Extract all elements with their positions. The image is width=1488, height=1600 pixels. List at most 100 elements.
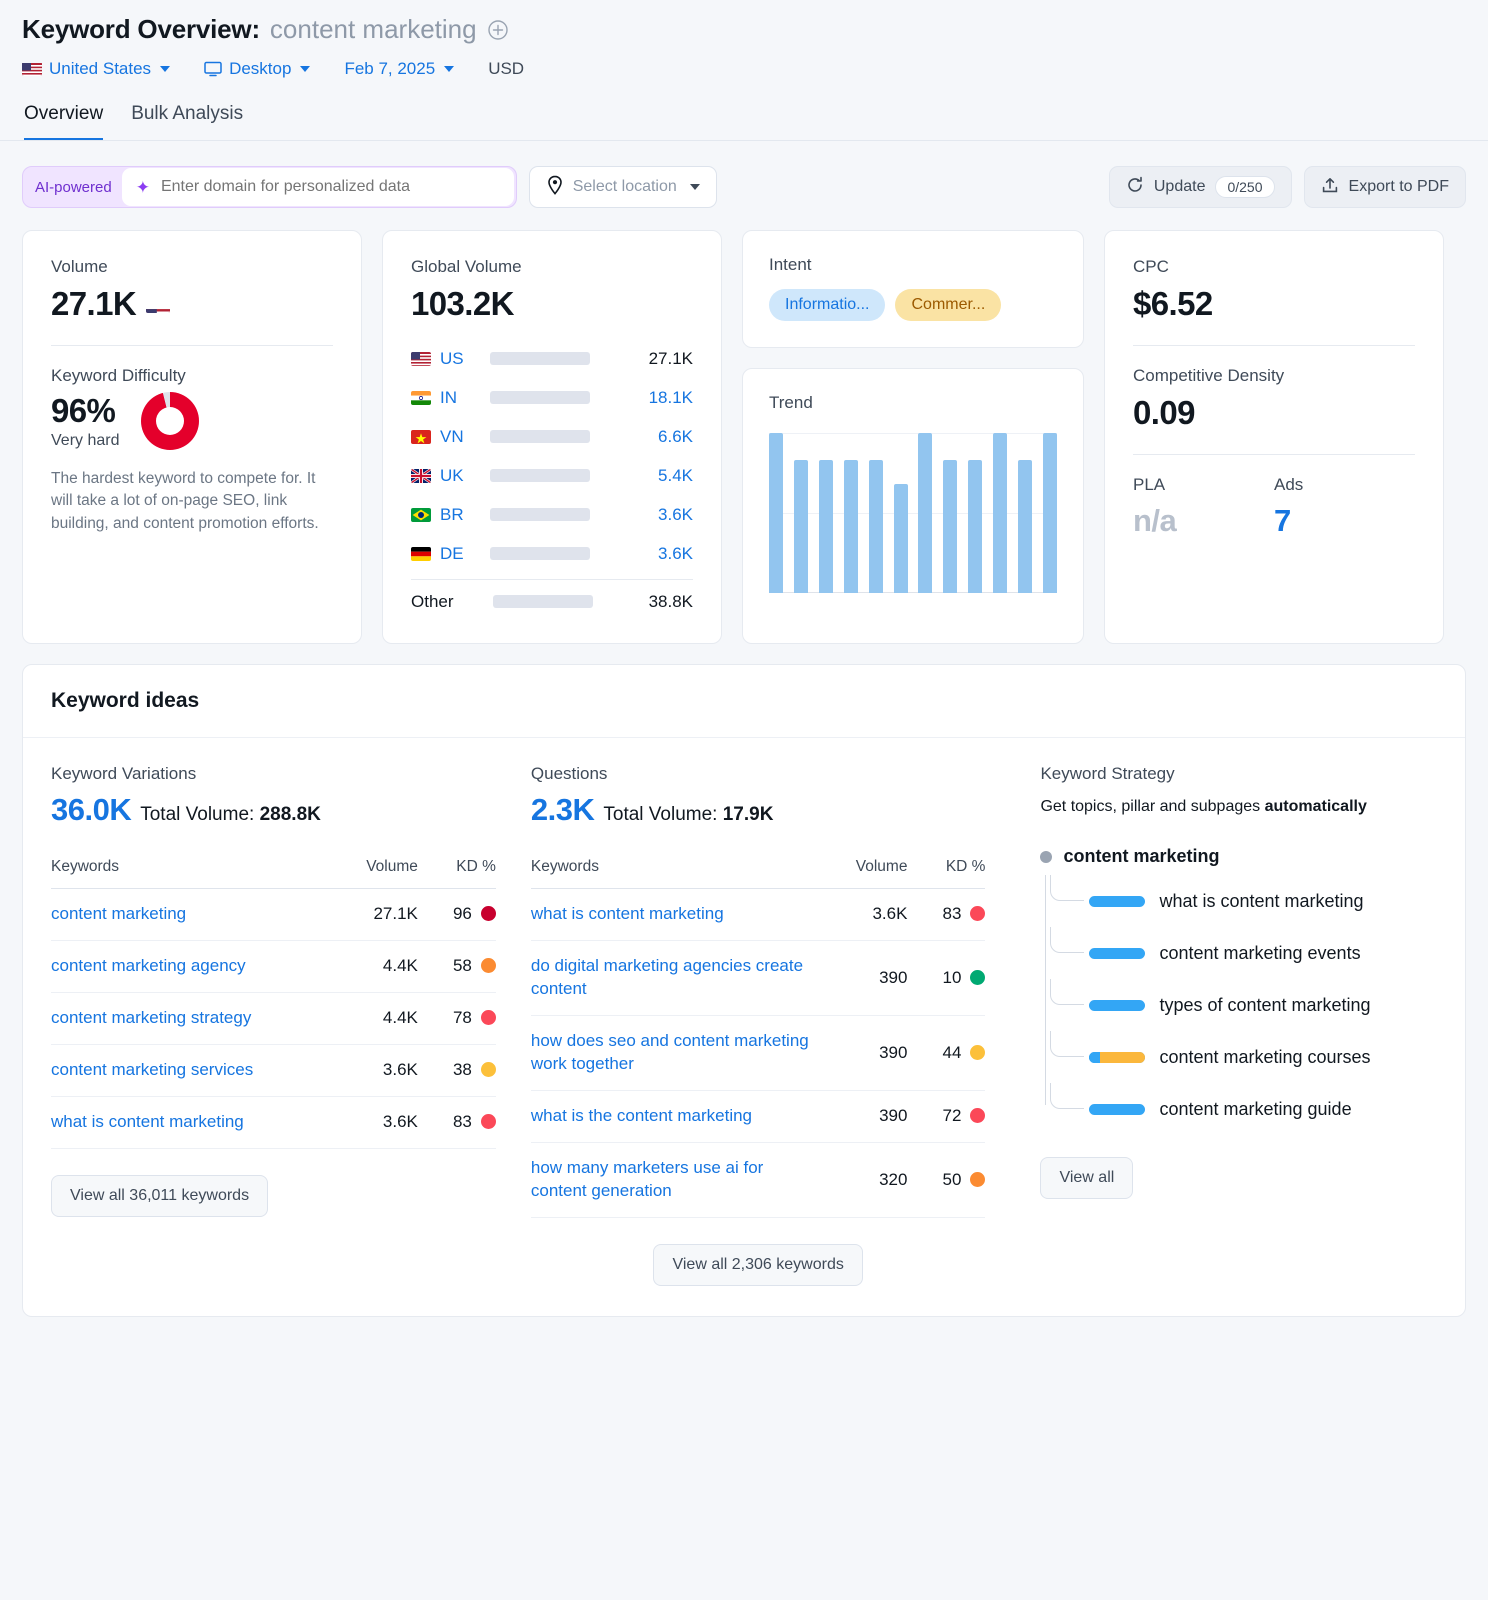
pla-ads-row: PLA n/a Ads 7 xyxy=(1133,475,1415,539)
strategy-tree-node[interactable]: what is content marketing xyxy=(1045,875,1437,927)
toolbar: AI-powered ✦ Select location Update 0/25… xyxy=(0,142,1488,208)
keyword-variations-stats: 36.0K Total Volume: 288.8K xyxy=(51,792,496,828)
keyword-link[interactable]: what is content marketing xyxy=(531,903,724,926)
intent-pills: Informatio... Commer... xyxy=(769,289,1057,321)
row-keyword: what is content marketing xyxy=(51,1096,322,1149)
volume-card: Volume 27.1K Keyword Difficulty 96% Very… xyxy=(22,230,362,644)
header-divider xyxy=(0,140,1488,141)
country-code[interactable]: UK xyxy=(440,466,486,486)
cpc-card: CPC $6.52 Competitive Density 0.09 PLA n… xyxy=(1104,230,1444,644)
tab-overview[interactable]: Overview xyxy=(24,103,104,141)
kd-status-dot xyxy=(970,906,986,922)
table-row: content marketing 27.1K 96 xyxy=(51,888,496,941)
export-label: Export to PDF xyxy=(1348,178,1449,195)
row-keyword: how many marketers use ai for content ge… xyxy=(530,1142,812,1218)
strategy-tree-node[interactable]: types of content marketing xyxy=(1045,979,1437,1031)
strategy-node-label: content marketing events xyxy=(1159,942,1361,963)
country-selector[interactable]: United States xyxy=(22,59,171,79)
row-kd: 38 xyxy=(417,1044,496,1097)
country-volume[interactable]: 6.6K xyxy=(658,427,693,447)
view-all-strategy-button[interactable]: View all xyxy=(1040,1157,1134,1199)
node-bar xyxy=(1089,1103,1146,1115)
intent-pill-commercial[interactable]: Commer... xyxy=(895,289,1002,321)
keyword-link[interactable]: content marketing agency xyxy=(51,955,246,978)
row-keyword: content marketing strategy xyxy=(51,992,322,1045)
view-all-questions-button[interactable]: View all 2,306 keywords xyxy=(653,1243,863,1286)
strategy-node-label: content marketing courses xyxy=(1159,1046,1371,1067)
keyword-link[interactable]: content marketing services xyxy=(51,1059,253,1082)
country-code[interactable]: IN xyxy=(440,388,486,408)
country-volume[interactable]: 5.4K xyxy=(658,466,693,486)
country-code[interactable]: BR xyxy=(440,505,486,525)
keyword-link[interactable]: content marketing strategy xyxy=(51,1007,251,1030)
volume-bar xyxy=(490,508,590,521)
strategy-tree-node[interactable]: content marketing guide xyxy=(1045,1083,1437,1135)
questions-total-value: 17.9K xyxy=(722,804,774,825)
chevron-down-icon xyxy=(444,66,455,72)
col-kd: KD % xyxy=(907,858,986,889)
domain-input[interactable] xyxy=(158,177,500,197)
volume-bar xyxy=(490,352,590,365)
update-count-badge: 0/250 xyxy=(1215,176,1275,198)
update-button[interactable]: Update 0/250 xyxy=(1108,166,1292,208)
row-kd: 83 xyxy=(907,888,986,941)
location-selector[interactable]: Select location xyxy=(528,166,717,208)
row-volume: 3.6K xyxy=(321,1096,418,1149)
intent-pill-informational[interactable]: Informatio... xyxy=(769,289,886,321)
node-bar xyxy=(1089,947,1146,959)
ai-domain-field: AI-powered ✦ xyxy=(22,166,517,208)
country-code[interactable]: DE xyxy=(440,544,486,564)
col-volume: Volume xyxy=(811,858,908,889)
card-divider xyxy=(1133,345,1415,346)
strategy-tree-node[interactable]: content marketing events xyxy=(1045,927,1437,979)
tab-bulk-analysis[interactable]: Bulk Analysis xyxy=(131,103,243,141)
vn-flag-icon xyxy=(411,429,431,444)
export-pdf-button[interactable]: Export to PDF xyxy=(1303,166,1466,208)
pla-label: PLA xyxy=(1133,475,1166,494)
intent-trend-column: Intent Informatio... Commer... Trend xyxy=(742,230,1084,644)
country-volume[interactable]: 3.6K xyxy=(658,544,693,564)
country-volume[interactable]: 18.1K xyxy=(649,388,693,408)
keyword-link[interactable]: how many marketers use ai for content ge… xyxy=(531,1157,812,1203)
plus-circle-icon[interactable] xyxy=(487,19,509,41)
view-all-variations-button[interactable]: View all 36,011 keywords xyxy=(51,1174,269,1217)
strategy-tree-node[interactable]: content marketing courses xyxy=(1045,1031,1437,1083)
ads-value[interactable]: 7 xyxy=(1274,503,1415,539)
node-dot-icon xyxy=(1040,850,1053,863)
device-selector[interactable]: Desktop xyxy=(204,59,311,79)
other-value: 38.8K xyxy=(648,591,693,611)
volume-bar xyxy=(490,469,590,482)
global-volume-divider xyxy=(411,579,693,580)
country-code[interactable]: US xyxy=(440,349,486,369)
keyword-link[interactable]: content marketing xyxy=(51,903,186,926)
country-code[interactable]: VN xyxy=(440,427,486,447)
strategy-root-label: content marketing xyxy=(1063,846,1220,866)
keyword-link[interactable]: do digital marketing agencies create con… xyxy=(531,955,812,1001)
keyword-variations-count[interactable]: 36.0K xyxy=(51,792,132,828)
questions-count[interactable]: 2.3K xyxy=(531,792,595,828)
keyword-ideas-section: Keyword ideas Keyword Variations 36.0K T… xyxy=(22,664,1466,1317)
keyword-link[interactable]: what is content marketing xyxy=(51,1111,244,1134)
table-row: do digital marketing agencies create con… xyxy=(530,940,986,1016)
keyword-strategy-column: Keyword Strategy Get topics, pillar and … xyxy=(1040,764,1437,1286)
page-tabs: Overview Bulk Analysis xyxy=(22,103,1466,141)
global-volume-rows: US 27.1K IN 18.1K VN 6.6K UK 5.4K BR 3.6K DE 3.6K xyxy=(411,339,693,573)
row-keyword: what is content marketing xyxy=(530,888,812,941)
ads-block: Ads 7 xyxy=(1274,475,1415,539)
volume-label: Volume xyxy=(51,257,108,276)
kd-status-dot xyxy=(480,1010,496,1026)
card-divider xyxy=(51,345,333,346)
keyword-link[interactable]: what is the content marketing xyxy=(531,1105,752,1128)
country-volume[interactable]: 3.6K xyxy=(658,505,693,525)
trend-label: Trend xyxy=(769,393,813,412)
row-keyword: how does seo and content marketing work … xyxy=(530,1015,812,1091)
domain-input-wrap[interactable]: ✦ xyxy=(121,168,514,206)
questions-title: Questions xyxy=(530,764,608,783)
pla-value: n/a xyxy=(1133,503,1177,538)
keyword-link[interactable]: how does seo and content marketing work … xyxy=(531,1030,812,1076)
table-row: how does seo and content marketing work … xyxy=(530,1015,986,1091)
trend-bar xyxy=(918,433,933,593)
strategy-tree: content marketing what is content market… xyxy=(1040,846,1437,1135)
date-selector[interactable]: Feb 7, 2025 xyxy=(344,59,455,79)
table-row: content marketing strategy 4.4K 78 xyxy=(51,992,496,1045)
